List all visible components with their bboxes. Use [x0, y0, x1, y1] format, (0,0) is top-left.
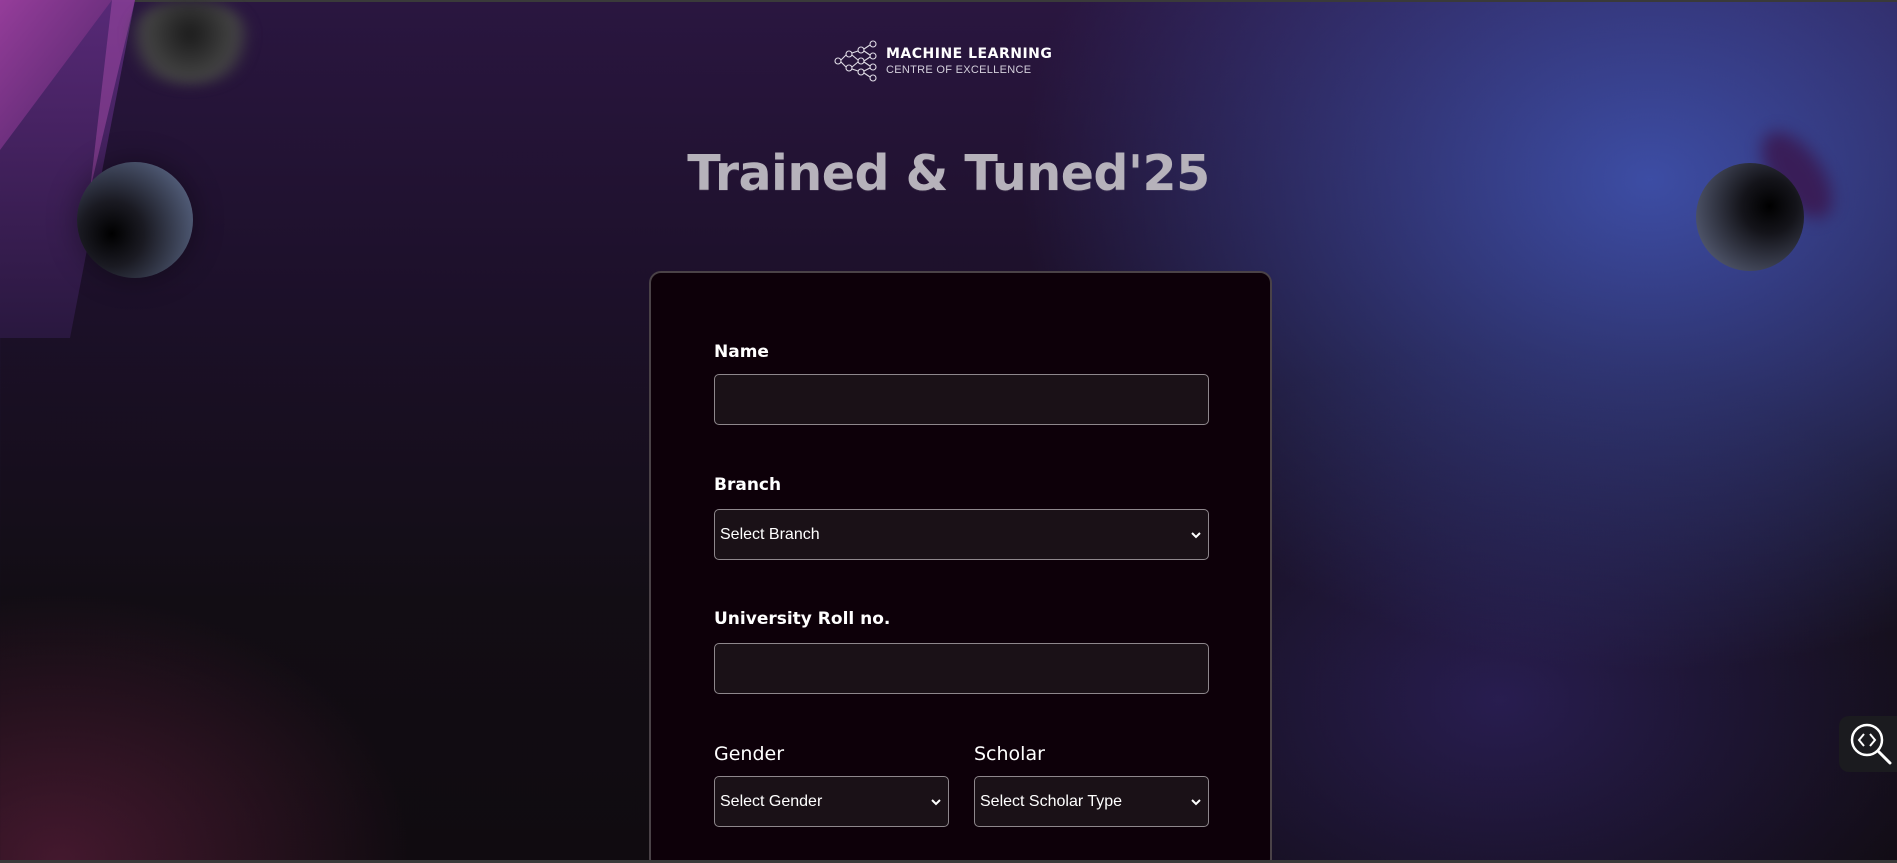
- roll-label: University Roll no.: [714, 609, 891, 629]
- gender-label: Gender: [714, 743, 785, 765]
- scholar-select-value: Select Scholar Type: [980, 792, 1123, 810]
- page-title: Trained & Tuned'25: [687, 145, 1210, 202]
- code-search-icon: [1850, 723, 1892, 765]
- gender-select-value: Select Gender: [720, 792, 823, 810]
- logo: MACHINE LEARNING CENTRE OF EXCELLENCE: [834, 40, 1052, 82]
- gender-select[interactable]: Select Gender: [714, 776, 949, 827]
- scholar-select[interactable]: Select Scholar Type: [974, 776, 1209, 827]
- top-border: [0, 0, 1897, 2]
- name-label: Name: [714, 342, 769, 362]
- neural-network-icon: [834, 40, 877, 82]
- scholar-label: Scholar: [974, 743, 1045, 765]
- chevron-down-icon: [1191, 798, 1201, 805]
- chevron-down-icon: [931, 798, 941, 805]
- code-search-button[interactable]: [1839, 716, 1897, 772]
- branch-select[interactable]: Select Branch: [714, 509, 1209, 560]
- name-input[interactable]: [714, 374, 1209, 425]
- branch-label: Branch: [714, 475, 782, 495]
- branch-select-value: Select Branch: [720, 525, 820, 543]
- registration-form: Name Branch Select Branch University Rol…: [649, 271, 1272, 863]
- roll-number-input[interactable]: [714, 643, 1209, 694]
- logo-subtitle: CENTRE OF EXCELLENCE: [886, 63, 1032, 76]
- logo-title: MACHINE LEARNING: [886, 45, 1053, 62]
- chevron-down-icon: [1191, 531, 1201, 538]
- decorative-blur-orb: [125, 0, 255, 85]
